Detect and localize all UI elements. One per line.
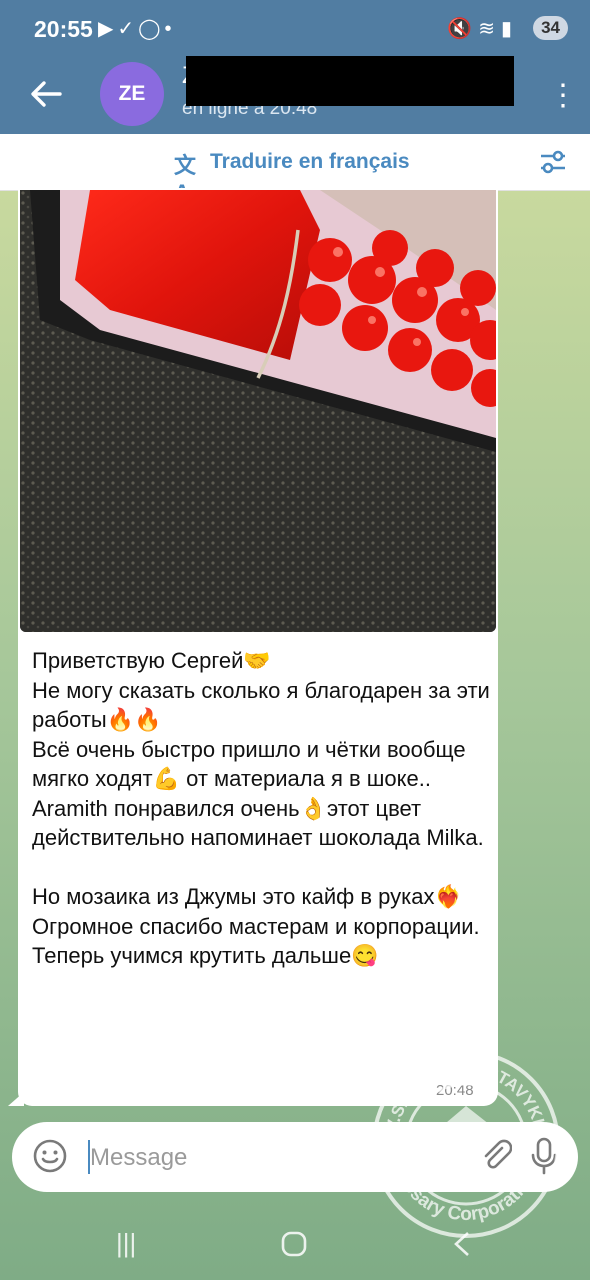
status-time: 20:55 — [34, 16, 93, 42]
translate-settings-icon[interactable] — [538, 148, 568, 176]
emoji-icon[interactable] — [32, 1138, 68, 1174]
message-text: Приветствую Сергей🤝 Не могу сказать скол… — [32, 648, 490, 968]
dot-icon: • — [164, 18, 176, 40]
signal-icon: ▮ — [500, 18, 518, 40]
translate-bar[interactable]: 文A Traduire en français — [0, 134, 590, 205]
more-options-icon[interactable]: ⋮ — [548, 76, 578, 116]
whatsapp-icon: ◯ — [138, 18, 165, 40]
redaction-box — [186, 56, 514, 106]
home-button[interactable] — [280, 1230, 308, 1258]
back-arrow-icon[interactable] — [26, 74, 66, 114]
download-icon: ✓ — [117, 18, 139, 40]
watermark-stamp: V.S.-BAGA-KARTAVYKH Rosary Corporation — [372, 1050, 560, 1238]
translate-label[interactable]: Traduire en français — [210, 150, 410, 174]
recent-apps-button[interactable]: ||| — [116, 1228, 136, 1259]
notification-icons: ▶✓◯• — [98, 16, 176, 41]
system-icons: 🔇≋▮ — [447, 16, 518, 41]
status-bar: 20:55 ▶✓◯• 🔇≋▮ 34 — [0, 0, 590, 56]
battery-indicator: 34 — [533, 16, 568, 40]
youtube-icon: ▶ — [98, 18, 118, 40]
avatar[interactable]: ZE — [100, 62, 164, 126]
avatar-initials: ZE — [118, 82, 146, 105]
chat-header: ZE Z en ligne à 20:48 ⋮ — [0, 56, 590, 134]
mute-icon: 🔇 — [447, 18, 479, 40]
rosary-photo-image — [20, 190, 496, 632]
translate-icon: 文A — [174, 153, 197, 205]
wifi-icon: ≋ — [478, 18, 501, 40]
text-caret — [88, 1140, 90, 1174]
message-photo[interactable] — [20, 190, 496, 632]
